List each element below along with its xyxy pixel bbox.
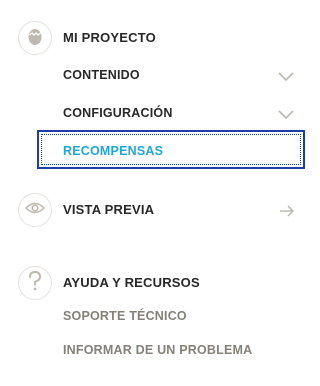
nav-item-recompensas[interactable]: RECOMPENSAS xyxy=(63,144,163,158)
nav-item-configuracion[interactable]: CONFIGURACIÓN xyxy=(63,106,173,120)
nav-item-informar-problema[interactable]: INFORMAR DE UN PROBLEMA xyxy=(63,343,252,357)
chevron-down-icon[interactable] xyxy=(278,69,294,87)
eye-icon xyxy=(24,201,46,220)
arrow-right-icon[interactable] xyxy=(279,204,295,223)
preview-icon-circle xyxy=(18,193,52,227)
nav-item-vista-previa[interactable]: VISTA PREVIA xyxy=(63,202,154,217)
chevron-down-icon[interactable] xyxy=(278,107,294,125)
section-title-project[interactable]: MI PROYECTO xyxy=(63,30,156,45)
question-icon xyxy=(28,270,42,296)
help-icon-circle xyxy=(18,266,52,300)
nav-item-soporte-tecnico[interactable]: SOPORTE TÉCNICO xyxy=(63,309,187,323)
nav-item-contenido[interactable]: CONTENIDO xyxy=(63,68,140,82)
section-title-help[interactable]: AYUDA Y RECURSOS xyxy=(63,275,200,290)
project-icon-circle xyxy=(18,21,52,55)
egg-icon xyxy=(26,26,44,51)
